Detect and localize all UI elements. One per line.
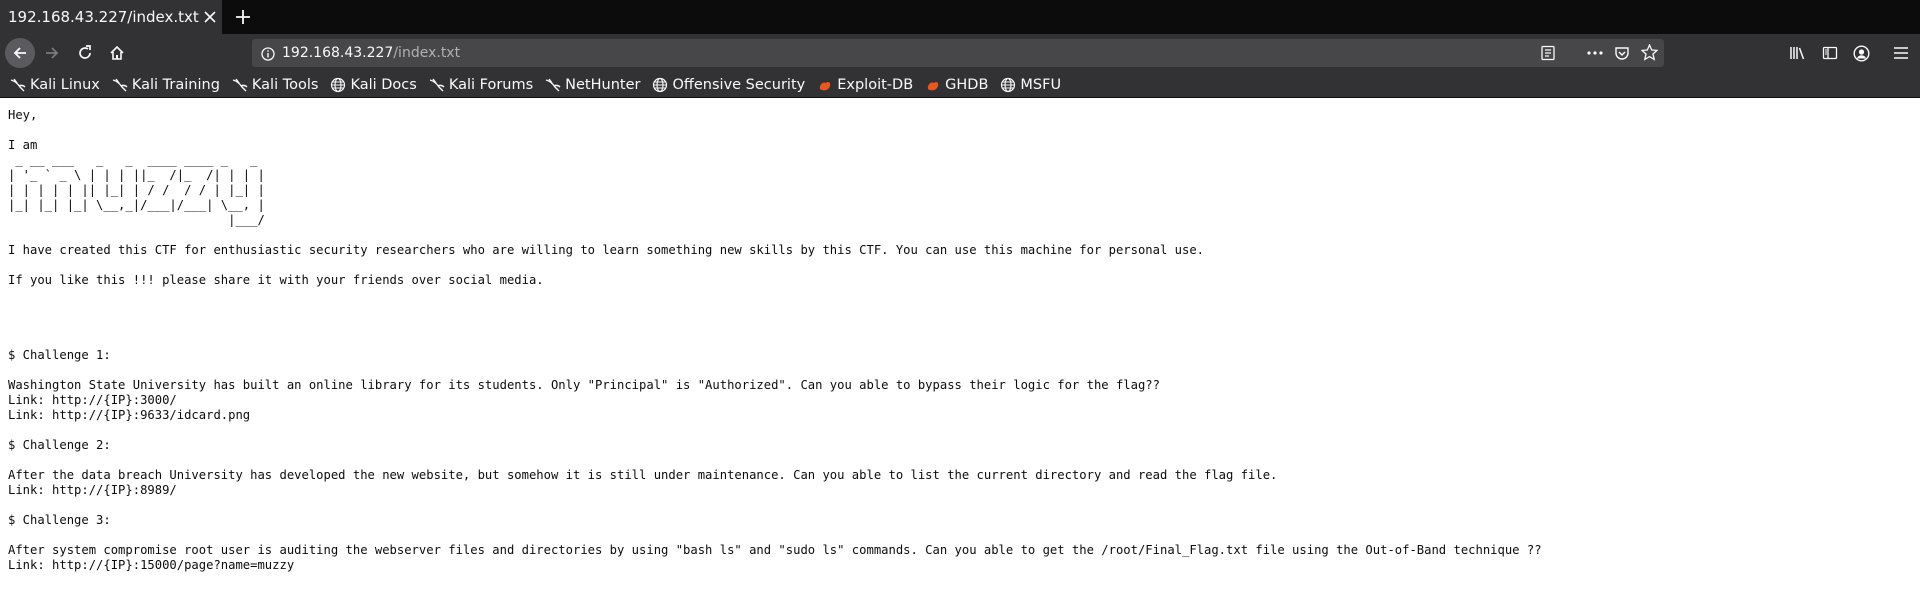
- kali-dragon-icon: [112, 77, 128, 93]
- account-button[interactable]: [1846, 38, 1876, 68]
- bookmark-item[interactable]: Kali Linux: [10, 74, 100, 96]
- tab-title: 192.168.43.227/index.txt: [8, 8, 199, 26]
- bookmark-label: Kali Docs: [350, 76, 417, 93]
- library-icon: [1790, 47, 1805, 60]
- menu-button[interactable]: [1886, 38, 1916, 68]
- globe-icon: [330, 77, 346, 93]
- forward-button[interactable]: [37, 38, 67, 68]
- tab-active[interactable]: 192.168.43.227/index.txt: [0, 0, 222, 34]
- bookmark-label: Kali Linux: [30, 76, 100, 93]
- bookmark-label: Offensive Security: [672, 76, 806, 93]
- arrow-left-icon: [13, 47, 26, 59]
- close-icon[interactable]: [199, 2, 222, 32]
- bookmark-label: Kali Training: [131, 76, 220, 93]
- page-content: Hey, I am _ __ ___ _ _ ____ ____ _ _ | '…: [0, 98, 1920, 616]
- sidebar-button[interactable]: [1815, 38, 1845, 68]
- url-host: 192.168.43.227: [282, 45, 394, 61]
- reader-view-icon[interactable]: [1540, 45, 1556, 65]
- bookmark-label: Kali Tools: [251, 76, 319, 93]
- pocket-icon[interactable]: [1614, 45, 1630, 65]
- bookmarks-toolbar: Kali Linux Kali Training Kali Tools Kali Do…: [0, 72, 1920, 98]
- hamburger-menu-icon: [1894, 47, 1908, 59]
- bookmark-item[interactable]: Kali Training: [112, 74, 220, 96]
- back-button[interactable]: [5, 38, 35, 68]
- sidebar-icon: [1822, 46, 1838, 60]
- bookmark-item[interactable]: GHDB: [925, 74, 988, 96]
- url-path: /index.txt: [393, 45, 461, 61]
- reload-icon: [79, 45, 91, 59]
- bookmark-label: Exploit-DB: [837, 76, 914, 93]
- url-bar[interactable]: 192.168.43.227/index.txt: [252, 39, 1664, 67]
- document-text: Hey, I am _ __ ___ _ _ ____ ____ _ _ | '…: [8, 108, 1542, 572]
- kali-dragon-icon: [429, 77, 445, 93]
- kali-dragon-icon: [10, 77, 26, 93]
- account-icon: [1852, 44, 1870, 62]
- navigation-toolbar: 192.168.43.227/index.txt: [0, 34, 1920, 72]
- home-button[interactable]: [102, 38, 132, 68]
- bookmark-item[interactable]: Kali Tools: [232, 74, 319, 96]
- bookmark-star-icon[interactable]: [1640, 43, 1659, 65]
- bookmark-item[interactable]: Kali Docs: [330, 74, 417, 96]
- url-text: 192.168.43.227/index.txt: [282, 45, 460, 61]
- bookmark-item[interactable]: Kali Forums: [429, 74, 533, 96]
- home-icon: [110, 45, 124, 60]
- bookmark-label: NetHunter: [565, 76, 641, 93]
- bookmark-item[interactable]: MSFU: [1000, 74, 1061, 96]
- tab-strip: 192.168.43.227/index.txt: [0, 0, 1920, 34]
- bookmark-label: GHDB: [945, 76, 989, 93]
- page-actions-icon[interactable]: [1586, 45, 1604, 65]
- kali-dragon-icon: [545, 77, 561, 93]
- globe-icon: [652, 77, 668, 93]
- bookmark-item[interactable]: Exploit-DB: [817, 74, 913, 96]
- info-icon[interactable]: [261, 46, 275, 65]
- globe-icon: [1000, 77, 1016, 93]
- bookmark-item[interactable]: NetHunter: [545, 74, 640, 96]
- reload-button[interactable]: [70, 38, 100, 68]
- exploit-db-icon: [817, 77, 833, 93]
- plus-icon: [236, 10, 250, 24]
- library-button[interactable]: [1783, 38, 1813, 68]
- kali-dragon-icon: [232, 77, 248, 93]
- arrow-right-icon: [46, 47, 59, 59]
- bookmark-label: Kali Forums: [448, 76, 534, 93]
- new-tab-button[interactable]: [226, 0, 260, 34]
- bookmark-label: MSFU: [1020, 76, 1062, 93]
- exploit-db-icon: [925, 77, 941, 93]
- bookmark-item[interactable]: Offensive Security: [652, 74, 805, 96]
